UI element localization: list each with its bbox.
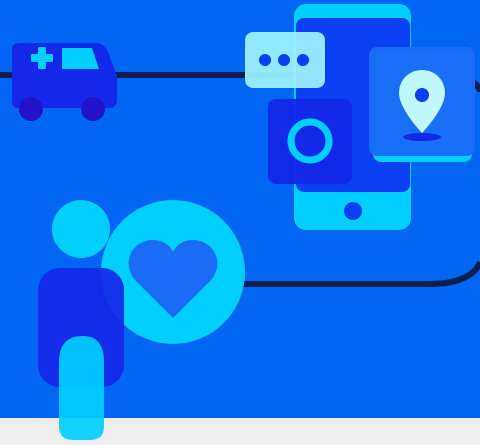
circle-ring-icon <box>268 99 352 184</box>
chat-bubble-icon <box>245 32 325 88</box>
location-pin-icon <box>369 47 475 162</box>
health-tech-illustration <box>0 0 480 445</box>
